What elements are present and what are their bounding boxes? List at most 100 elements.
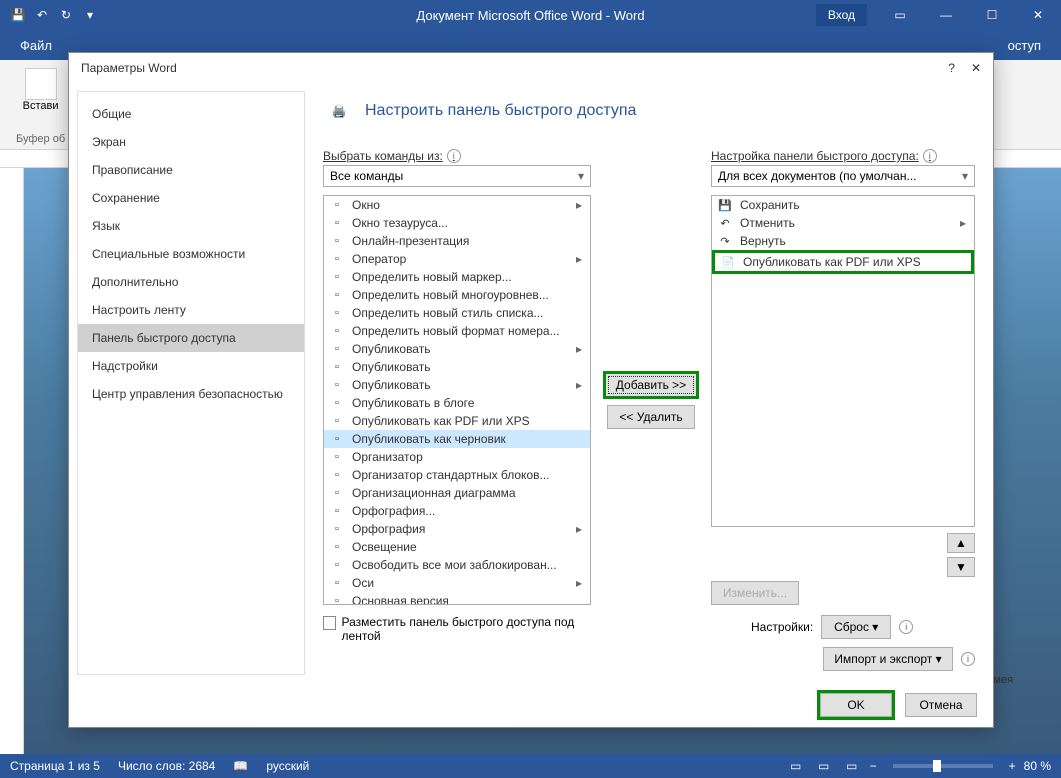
list-item[interactable]: ▫Освещение bbox=[324, 538, 590, 556]
zoom-level[interactable]: 80 % bbox=[1024, 759, 1051, 773]
sidebar-item[interactable]: Настроить ленту bbox=[78, 296, 304, 324]
list-item[interactable]: ▫Опубликовать в блоге bbox=[324, 394, 590, 412]
sidebar-item[interactable]: Язык bbox=[78, 212, 304, 240]
redo-icon[interactable]: ↻ bbox=[58, 7, 74, 23]
submenu-arrow-icon: ▸ bbox=[576, 252, 586, 266]
status-page[interactable]: Страница 1 из 5 bbox=[10, 759, 100, 773]
view-web-icon[interactable]: ▭ bbox=[842, 758, 862, 774]
view-print-icon[interactable]: ▭ bbox=[814, 758, 834, 774]
sidebar-item[interactable]: Дополнительно bbox=[78, 268, 304, 296]
list-item[interactable]: ▫Определить новый маркер... bbox=[324, 268, 590, 286]
command-icon: ▫ bbox=[328, 377, 346, 393]
list-item[interactable]: ↶Отменить▸ bbox=[712, 214, 974, 232]
info-icon[interactable]: i bbox=[923, 149, 937, 163]
zoom-out-icon[interactable]: − bbox=[870, 759, 877, 773]
add-button[interactable]: Добавить >> bbox=[603, 371, 699, 399]
choose-commands-combo[interactable]: Все команды bbox=[323, 165, 591, 187]
zoom-in-icon[interactable]: + bbox=[1009, 759, 1016, 773]
modify-button: Изменить... bbox=[711, 581, 799, 605]
submenu-arrow-icon: ▸ bbox=[576, 522, 586, 536]
ribbon-options-icon[interactable]: ▭ bbox=[877, 0, 923, 30]
list-item[interactable]: ▫Освободить все мои заблокирован... bbox=[324, 556, 590, 574]
submenu-arrow-icon: ▸ bbox=[576, 378, 586, 392]
command-icon: ▫ bbox=[328, 449, 346, 465]
sidebar-item[interactable]: Специальные возможности bbox=[78, 240, 304, 268]
minimize-icon[interactable]: — bbox=[923, 0, 969, 30]
qat-commands-list[interactable]: 💾Сохранить↶Отменить▸↷Вернуть 📄Опубликоват… bbox=[711, 195, 975, 527]
submenu-arrow-icon: ▸ bbox=[576, 576, 586, 590]
list-item[interactable]: 📄Опубликовать как PDF или XPS bbox=[715, 253, 971, 271]
qat-dropdown-icon[interactable]: ▾ bbox=[82, 7, 98, 23]
info-icon[interactable]: i bbox=[961, 652, 975, 666]
list-item[interactable]: ▫Опубликовать как PDF или XPS bbox=[324, 412, 590, 430]
list-item[interactable]: ▫Организатор стандартных блоков... bbox=[324, 466, 590, 484]
list-item[interactable]: ▫Организатор bbox=[324, 448, 590, 466]
clipboard-group-label: Буфер об bbox=[16, 133, 65, 145]
list-item[interactable]: ▫Опубликовать▸ bbox=[324, 340, 590, 358]
move-up-button[interactable]: ▲ bbox=[947, 533, 975, 553]
list-item[interactable]: ▫Организационная диаграмма bbox=[324, 484, 590, 502]
options-heading: Настроить панель быстрого доступа bbox=[365, 102, 636, 120]
sidebar-item[interactable]: Общие bbox=[78, 100, 304, 128]
view-read-icon[interactable]: ▭ bbox=[786, 758, 806, 774]
sidebar-item[interactable]: Центр управления безопасностью bbox=[78, 380, 304, 408]
list-item[interactable]: ▫Окно▸ bbox=[324, 196, 590, 214]
command-icon: ▫ bbox=[328, 575, 346, 591]
command-icon: ▫ bbox=[328, 521, 346, 537]
signin-button[interactable]: Вход bbox=[816, 4, 867, 26]
list-item[interactable]: ▫Опубликовать как черновик bbox=[324, 430, 590, 448]
submenu-arrow-icon: ▸ bbox=[576, 342, 586, 356]
list-item[interactable]: ▫Онлайн-презентация bbox=[324, 232, 590, 250]
list-item[interactable]: ▫Определить новый многоуровнев... bbox=[324, 286, 590, 304]
qat-below-ribbon-label: Разместить панель быстрого доступа под л… bbox=[342, 615, 583, 643]
customize-scope-combo[interactable]: Для всех документов (по умолчан... bbox=[711, 165, 975, 187]
vertical-ruler[interactable] bbox=[0, 168, 24, 754]
list-item[interactable]: ▫Орфография▸ bbox=[324, 520, 590, 538]
status-wordcount[interactable]: Число слов: 2684 bbox=[118, 759, 215, 773]
list-item[interactable]: ▫Орфография... bbox=[324, 502, 590, 520]
dialog-close-icon[interactable]: ✕ bbox=[971, 61, 981, 75]
import-export-button[interactable]: Импорт и экспорт ▾ bbox=[823, 647, 953, 671]
list-item[interactable]: 💾Сохранить bbox=[712, 196, 974, 214]
available-commands-list[interactable]: ▫Окно▸▫Окно тезауруса...▫Онлайн-презента… bbox=[323, 195, 591, 605]
cancel-button[interactable]: Отмена bbox=[905, 693, 977, 717]
save-icon[interactable]: 💾 bbox=[10, 7, 26, 23]
zoom-slider[interactable] bbox=[893, 764, 993, 768]
list-item[interactable]: ↷Вернуть bbox=[712, 232, 974, 250]
maximize-icon[interactable]: ☐ bbox=[969, 0, 1015, 30]
command-icon: ▫ bbox=[328, 287, 346, 303]
command-icon: ▫ bbox=[328, 251, 346, 267]
command-icon: 💾 bbox=[716, 197, 734, 213]
remove-button[interactable]: << Удалить bbox=[607, 405, 695, 429]
info-icon[interactable]: i bbox=[447, 149, 461, 163]
ok-button[interactable]: OK bbox=[820, 693, 892, 717]
tab-file[interactable]: Файл bbox=[8, 38, 64, 53]
tab-share[interactable]: оступ bbox=[996, 38, 1053, 53]
qat-below-ribbon-checkbox[interactable] bbox=[323, 616, 336, 630]
command-icon: ▫ bbox=[328, 485, 346, 501]
list-item[interactable]: ▫Определить новый формат номера... bbox=[324, 322, 590, 340]
help-icon[interactable]: ? bbox=[948, 61, 955, 75]
sidebar-item[interactable]: Панель быстрого доступа bbox=[78, 324, 304, 352]
sidebar-item[interactable]: Надстройки bbox=[78, 352, 304, 380]
close-icon[interactable]: ✕ bbox=[1015, 0, 1061, 30]
status-proofing-icon[interactable]: 📖 bbox=[233, 759, 248, 773]
status-language[interactable]: русский bbox=[266, 759, 309, 773]
info-icon[interactable]: i bbox=[899, 620, 913, 634]
paste-icon[interactable] bbox=[25, 68, 57, 100]
list-item[interactable]: ▫Опубликовать bbox=[324, 358, 590, 376]
list-item[interactable]: ▫Оператор▸ bbox=[324, 250, 590, 268]
list-item[interactable]: ▫Определить новый стиль списка... bbox=[324, 304, 590, 322]
list-item[interactable]: ▫Основная версия bbox=[324, 592, 590, 604]
sidebar-item[interactable]: Экран bbox=[78, 128, 304, 156]
undo-icon[interactable]: ↶ bbox=[34, 7, 50, 23]
sidebar-item[interactable]: Сохранение bbox=[78, 184, 304, 212]
move-down-button[interactable]: ▼ bbox=[947, 557, 975, 577]
list-item[interactable]: ▫Окно тезауруса... bbox=[324, 214, 590, 232]
list-item[interactable]: ▫Оси▸ bbox=[324, 574, 590, 592]
command-icon: ▫ bbox=[328, 233, 346, 249]
sidebar-item[interactable]: Правописание bbox=[78, 156, 304, 184]
word-options-dialog: Параметры Word ? ✕ ОбщиеЭкранПравописани… bbox=[68, 52, 994, 728]
list-item[interactable]: ▫Опубликовать▸ bbox=[324, 376, 590, 394]
reset-button[interactable]: Сброс ▾ bbox=[821, 615, 891, 639]
